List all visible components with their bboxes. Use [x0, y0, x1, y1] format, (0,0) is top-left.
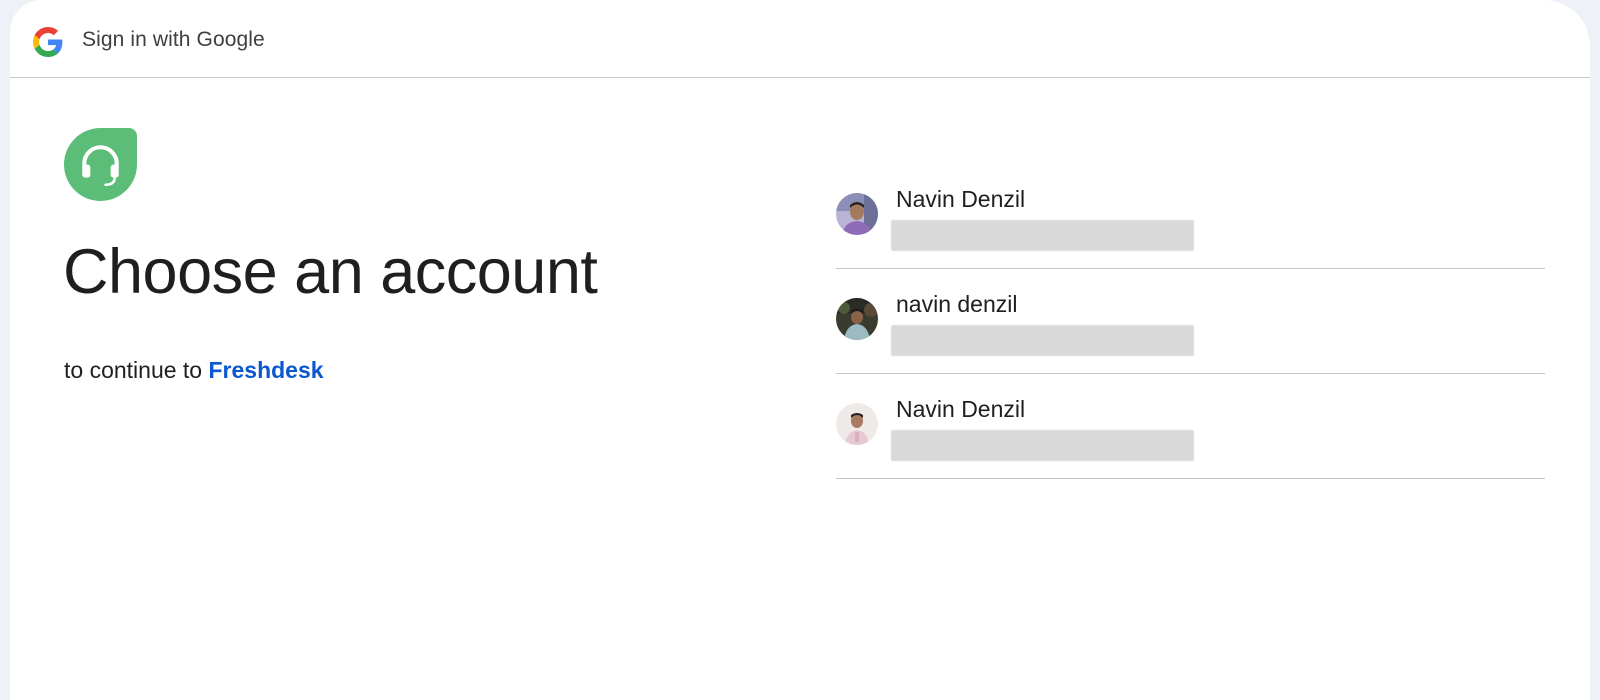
header-title: Sign in with Google: [82, 28, 265, 51]
account-list: Navin Denzil navin denzil Navin Denzil: [836, 164, 1545, 479]
subtitle-prefix: to continue to: [64, 357, 203, 383]
account-email-redacted: [891, 430, 1194, 461]
account-name: Navin Denzil: [896, 186, 1026, 212]
avatar-photo-icon: [836, 193, 878, 235]
sign-in-card: Sign in with Google Choose an account to…: [10, 0, 1590, 700]
account-item[interactable]: Navin Denzil: [836, 164, 1545, 269]
account-email-redacted: [891, 220, 1194, 251]
subtitle: to continue to Freshdesk: [64, 357, 324, 384]
google-g-icon: [33, 27, 63, 57]
header-bar: Sign in with Google: [10, 0, 1590, 78]
avatar-photo-icon: [836, 403, 878, 445]
page-title: Choose an account: [63, 237, 598, 307]
freshdesk-headset-icon: [64, 128, 137, 201]
account-item[interactable]: Navin Denzil: [836, 374, 1545, 479]
account-item[interactable]: navin denzil: [836, 269, 1545, 374]
account-name: Navin Denzil: [896, 396, 1026, 422]
app-name-link[interactable]: Freshdesk: [209, 357, 324, 383]
avatar-photo-icon: [836, 298, 878, 340]
account-name: navin denzil: [896, 291, 1018, 317]
account-email-redacted: [891, 325, 1194, 356]
